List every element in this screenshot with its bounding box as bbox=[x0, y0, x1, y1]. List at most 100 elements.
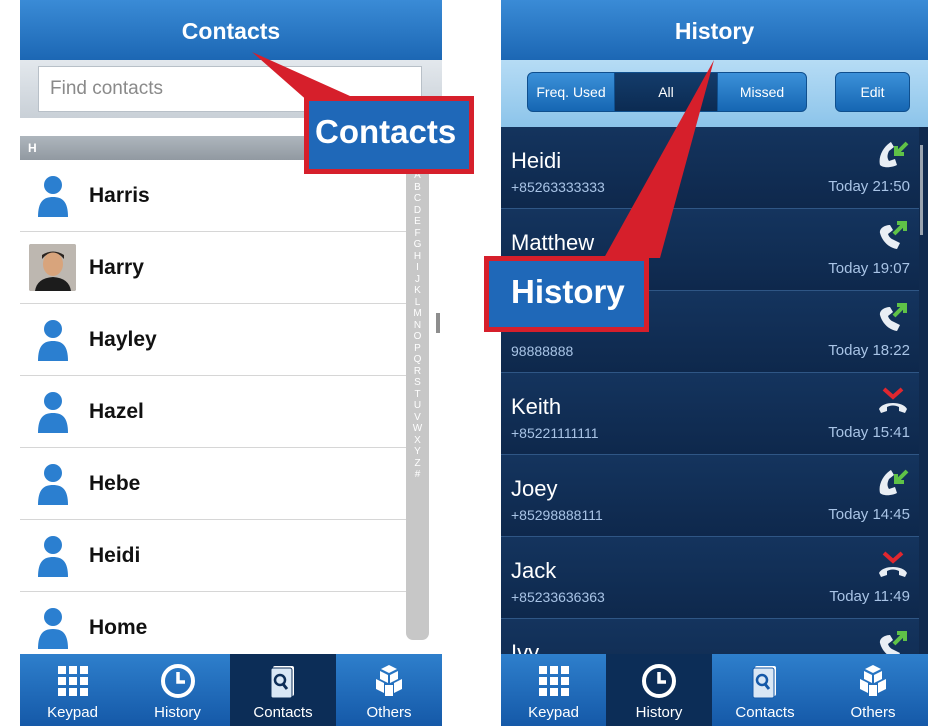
contact-name: Hebe bbox=[89, 471, 141, 495]
alphabet-index-letter[interactable]: S bbox=[414, 377, 421, 389]
page-title: Contacts bbox=[181, 18, 281, 44]
avatar bbox=[29, 244, 76, 291]
call-time: Today 15:41 bbox=[828, 424, 910, 441]
contact-name: Heidi bbox=[89, 543, 141, 567]
alphabet-index-letter[interactable]: F bbox=[414, 228, 420, 240]
alphabet-index-letter[interactable]: T bbox=[414, 389, 420, 401]
table-row[interactable]: Heidi +85263333333 Today 21:50 bbox=[501, 127, 919, 209]
outgoing-call-icon bbox=[879, 221, 907, 249]
missed-call-icon bbox=[879, 551, 907, 577]
list-item[interactable]: Hazel bbox=[20, 376, 422, 448]
caller-name: Jack bbox=[511, 558, 557, 583]
list-item[interactable]: Hebe bbox=[20, 448, 422, 520]
list-item[interactable]: Harry bbox=[20, 232, 422, 304]
alphabet-index-letter[interactable]: B bbox=[414, 182, 421, 194]
person-icon bbox=[38, 391, 68, 433]
tab-label: Contacts bbox=[253, 704, 313, 721]
contact-name: Home bbox=[89, 615, 148, 639]
table-row[interactable]: Ivy bbox=[501, 619, 919, 654]
tab-label: History bbox=[635, 704, 683, 721]
contact-name: Harry bbox=[89, 255, 144, 279]
tab-others[interactable]: Others bbox=[336, 654, 442, 726]
person-icon bbox=[38, 607, 68, 649]
alphabet-index-letter[interactable]: # bbox=[415, 469, 421, 481]
alphabet-index-letter[interactable]: P bbox=[414, 343, 421, 355]
keypad-icon bbox=[57, 666, 88, 696]
outgoing-call-icon bbox=[879, 303, 907, 331]
list-item[interactable]: Heidi bbox=[20, 520, 422, 592]
contact-name: Hazel bbox=[89, 399, 144, 423]
alphabet-index-letter[interactable]: M bbox=[413, 308, 421, 320]
others-icon bbox=[376, 665, 402, 696]
page-title: History bbox=[674, 18, 755, 44]
call-time: Today 21:50 bbox=[828, 178, 910, 195]
scrollbar[interactable] bbox=[436, 313, 440, 333]
alphabet-index-letter[interactable]: Q bbox=[414, 354, 422, 366]
alphabet-index-letter[interactable]: E bbox=[414, 216, 421, 228]
tab-history[interactable]: History bbox=[125, 654, 230, 726]
alphabet-index-letter[interactable]: V bbox=[414, 412, 421, 424]
tab-keypad[interactable]: Keypad bbox=[20, 654, 125, 726]
tab-keypad[interactable]: Keypad bbox=[501, 654, 606, 726]
alphabet-index-letter[interactable]: U bbox=[414, 400, 421, 412]
tab-others[interactable]: Others bbox=[818, 654, 928, 726]
clock-icon bbox=[642, 664, 676, 698]
filter-bar: Freq. Used All Missed Edit bbox=[501, 60, 928, 127]
alphabet-index-letter[interactable]: O bbox=[414, 331, 422, 343]
tab-label: Keypad bbox=[47, 704, 98, 721]
call-history-list: Heidi +85263333333 Today 21:50 Matthew T… bbox=[501, 127, 928, 654]
alphabet-index-letter[interactable]: N bbox=[414, 320, 421, 332]
caller-number: +85298888111 bbox=[511, 507, 603, 523]
table-row[interactable]: Jack +85233636363 Today 11:49 bbox=[501, 537, 919, 619]
filter-missed-button[interactable]: Missed bbox=[717, 72, 807, 112]
edit-button[interactable]: Edit bbox=[835, 72, 910, 112]
person-icon bbox=[38, 535, 68, 577]
table-row[interactable]: Joey +85298888111 Today 14:45 bbox=[501, 455, 919, 537]
tab-history[interactable]: History bbox=[606, 654, 712, 726]
person-icon bbox=[38, 175, 68, 217]
person-icon bbox=[38, 463, 68, 505]
tab-bar: Keypad History Contacts Others bbox=[501, 654, 928, 726]
alphabet-index-letter[interactable]: C bbox=[414, 193, 421, 205]
caller-number: +85263333333 bbox=[511, 179, 605, 195]
tab-label: Others bbox=[366, 704, 412, 721]
keypad-icon bbox=[538, 666, 569, 696]
person-icon bbox=[38, 319, 68, 361]
alphabet-index-letter[interactable]: D bbox=[414, 205, 421, 217]
alphabet-index[interactable]: A B C D E F G H I J K L M N O P Q R S T U V W X Y Z # bbox=[406, 160, 429, 640]
alphabet-index-letter[interactable]: Z bbox=[414, 458, 420, 470]
caller-name: Keith bbox=[511, 394, 562, 419]
alphabet-index-letter[interactable]: R bbox=[414, 366, 421, 378]
tab-label: History bbox=[154, 704, 201, 721]
caller-number: +85233636363 bbox=[511, 589, 605, 605]
list-item[interactable]: Home bbox=[20, 592, 422, 654]
alphabet-index-letter[interactable]: I bbox=[416, 262, 419, 274]
alphabet-index-letter[interactable]: X bbox=[414, 435, 421, 447]
outgoing-call-icon bbox=[879, 631, 907, 654]
filter-freq-used-button[interactable]: Freq. Used bbox=[527, 72, 615, 112]
alphabet-index-letter[interactable]: K bbox=[414, 285, 421, 297]
alphabet-index-letter[interactable]: W bbox=[413, 423, 422, 435]
alphabet-index-letter[interactable]: G bbox=[414, 239, 422, 251]
scrollbar[interactable] bbox=[920, 145, 923, 235]
caller-number: +85221111111 bbox=[511, 425, 599, 441]
contacts-book-icon bbox=[270, 666, 294, 699]
alphabet-index-letter[interactable]: J bbox=[415, 274, 420, 286]
missed-call-icon bbox=[879, 387, 907, 413]
list-item[interactable]: Hayley bbox=[20, 304, 422, 376]
history-screen: History Freq. Used All Missed Edit Heidi… bbox=[501, 0, 928, 726]
alphabet-index-letter[interactable]: L bbox=[415, 297, 421, 309]
incoming-call-icon bbox=[879, 141, 909, 168]
alphabet-index-letter[interactable]: Y bbox=[414, 446, 421, 458]
filter-all-button[interactable]: All bbox=[614, 72, 718, 112]
contact-name: Harris bbox=[89, 183, 150, 207]
incoming-call-icon bbox=[879, 469, 909, 496]
caller-name: Heidi bbox=[511, 148, 562, 173]
tab-contacts[interactable]: Contacts bbox=[712, 654, 818, 726]
contacts-book-icon bbox=[752, 666, 776, 699]
clock-icon bbox=[160, 664, 195, 698]
tab-contacts[interactable]: Contacts bbox=[230, 654, 336, 726]
table-row[interactable]: Keith +85221111111 Today 15:41 bbox=[501, 373, 919, 455]
alphabet-index-letter[interactable]: H bbox=[414, 251, 421, 263]
call-time: Today 14:45 bbox=[828, 506, 910, 523]
